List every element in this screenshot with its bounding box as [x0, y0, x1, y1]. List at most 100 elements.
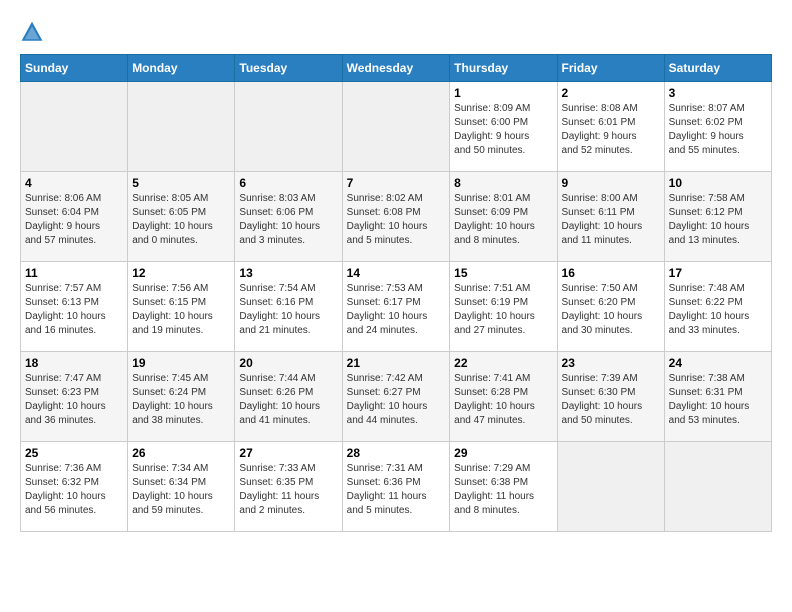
calendar-cell: 27 Sunrise: 7:33 AM Sunset: 6:35 PM Dayli…: [235, 442, 342, 532]
page-header: [20, 20, 772, 44]
day-number: 23: [562, 356, 660, 370]
day-info: Sunrise: 7:29 AM Sunset: 6:38 PM Dayligh…: [454, 462, 552, 518]
day-info: Sunrise: 7:58 AM Sunset: 6:12 PM Dayligh…: [669, 192, 767, 248]
day-info: Sunrise: 7:51 AM Sunset: 6:19 PM Dayligh…: [454, 282, 552, 338]
day-number: 20: [239, 356, 337, 370]
week-row-1: 1Sunrise: 8:09 AM Sunset: 6:00 PM Daylig…: [21, 82, 772, 172]
calendar-cell: 25Sunrise: 7:36 AM Sunset: 6:32 PM Dayli…: [21, 442, 128, 532]
calendar-cell: 22 Sunrise: 7:41 AM Sunset: 6:28 PM Dayli…: [450, 352, 557, 442]
calendar-cell: 16 Sunrise: 7:50 AM Sunset: 6:20 PM Dayli…: [557, 262, 664, 352]
day-number: 10: [669, 176, 767, 190]
calendar-cell: 11Sunrise: 7:57 AM Sunset: 6:13 PM Dayli…: [21, 262, 128, 352]
calendar-cell: [21, 82, 128, 172]
day-number: 3: [669, 86, 767, 100]
calendar-cell: 23 Sunrise: 7:39 AM Sunset: 6:30 PM Dayli…: [557, 352, 664, 442]
calendar-cell: 29 Sunrise: 7:29 AM Sunset: 6:38 PM Dayli…: [450, 442, 557, 532]
day-info: Sunrise: 7:41 AM Sunset: 6:28 PM Dayligh…: [454, 372, 552, 428]
day-number: 7: [347, 176, 446, 190]
calendar-cell: 17 Sunrise: 7:48 AM Sunset: 6:22 PM Dayli…: [664, 262, 771, 352]
day-info: Sunrise: 8:03 AM Sunset: 6:06 PM Dayligh…: [239, 192, 337, 248]
calendar-cell: 6 Sunrise: 8:03 AM Sunset: 6:06 PM Daylig…: [235, 172, 342, 262]
day-info: Sunrise: 8:07 AM Sunset: 6:02 PM Dayligh…: [669, 102, 767, 158]
calendar-cell: 26Sunrise: 7:34 AM Sunset: 6:34 PM Dayli…: [128, 442, 235, 532]
calendar-cell: [557, 442, 664, 532]
day-number: 17: [669, 266, 767, 280]
calendar-cell: 21 Sunrise: 7:42 AM Sunset: 6:27 PM Dayli…: [342, 352, 450, 442]
logo: [20, 20, 48, 44]
calendar-cell: 19Sunrise: 7:45 AM Sunset: 6:24 PM Dayli…: [128, 352, 235, 442]
day-number: 6: [239, 176, 337, 190]
calendar-cell: 10 Sunrise: 7:58 AM Sunset: 6:12 PM Dayli…: [664, 172, 771, 262]
day-info: Sunrise: 7:50 AM Sunset: 6:20 PM Dayligh…: [562, 282, 660, 338]
day-info: Sunrise: 8:06 AM Sunset: 6:04 PM Dayligh…: [25, 192, 123, 248]
day-number: 22: [454, 356, 552, 370]
calendar-cell: 15 Sunrise: 7:51 AM Sunset: 6:19 PM Dayli…: [450, 262, 557, 352]
day-number: 13: [239, 266, 337, 280]
calendar-cell: 9Sunrise: 8:00 AM Sunset: 6:11 PM Daylig…: [557, 172, 664, 262]
day-number: 25: [25, 446, 123, 460]
day-info: Sunrise: 8:02 AM Sunset: 6:08 PM Dayligh…: [347, 192, 446, 248]
calendar-header: SundayMondayTuesdayWednesdayThursdayFrid…: [21, 55, 772, 82]
calendar-cell: 12Sunrise: 7:56 AM Sunset: 6:15 PM Dayli…: [128, 262, 235, 352]
day-number: 16: [562, 266, 660, 280]
day-info: Sunrise: 7:48 AM Sunset: 6:22 PM Dayligh…: [669, 282, 767, 338]
header-monday: Monday: [128, 55, 235, 82]
day-number: 2: [562, 86, 660, 100]
week-row-4: 18Sunrise: 7:47 AM Sunset: 6:23 PM Dayli…: [21, 352, 772, 442]
day-info: Sunrise: 7:38 AM Sunset: 6:31 PM Dayligh…: [669, 372, 767, 428]
calendar-cell: 18Sunrise: 7:47 AM Sunset: 6:23 PM Dayli…: [21, 352, 128, 442]
calendar-cell: 5 Sunrise: 8:05 AM Sunset: 6:05 PM Daylig…: [128, 172, 235, 262]
day-number: 15: [454, 266, 552, 280]
header-tuesday: Tuesday: [235, 55, 342, 82]
calendar-body: 1Sunrise: 8:09 AM Sunset: 6:00 PM Daylig…: [21, 82, 772, 532]
day-info: Sunrise: 7:39 AM Sunset: 6:30 PM Dayligh…: [562, 372, 660, 428]
calendar-cell: 24 Sunrise: 7:38 AM Sunset: 6:31 PM Dayli…: [664, 352, 771, 442]
day-number: 14: [347, 266, 446, 280]
day-number: 28: [347, 446, 446, 460]
calendar-cell: 8 Sunrise: 8:01 AM Sunset: 6:09 PM Daylig…: [450, 172, 557, 262]
day-number: 18: [25, 356, 123, 370]
week-row-5: 25Sunrise: 7:36 AM Sunset: 6:32 PM Dayli…: [21, 442, 772, 532]
day-info: Sunrise: 7:31 AM Sunset: 6:36 PM Dayligh…: [347, 462, 446, 518]
day-info: Sunrise: 7:57 AM Sunset: 6:13 PM Dayligh…: [25, 282, 123, 338]
day-info: Sunrise: 7:53 AM Sunset: 6:17 PM Dayligh…: [347, 282, 446, 338]
day-number: 26: [132, 446, 230, 460]
day-info: Sunrise: 7:54 AM Sunset: 6:16 PM Dayligh…: [239, 282, 337, 338]
calendar-cell: 4 Sunrise: 8:06 AM Sunset: 6:04 PM Daylig…: [21, 172, 128, 262]
day-info: Sunrise: 7:56 AM Sunset: 6:15 PM Dayligh…: [132, 282, 230, 338]
day-number: 1: [454, 86, 552, 100]
calendar-cell: 28 Sunrise: 7:31 AM Sunset: 6:36 PM Dayli…: [342, 442, 450, 532]
day-number: 5: [132, 176, 230, 190]
calendar-cell: 14 Sunrise: 7:53 AM Sunset: 6:17 PM Dayli…: [342, 262, 450, 352]
day-info: Sunrise: 7:33 AM Sunset: 6:35 PM Dayligh…: [239, 462, 337, 518]
week-row-2: 4 Sunrise: 8:06 AM Sunset: 6:04 PM Daylig…: [21, 172, 772, 262]
header-friday: Friday: [557, 55, 664, 82]
header-thursday: Thursday: [450, 55, 557, 82]
day-info: Sunrise: 8:05 AM Sunset: 6:05 PM Dayligh…: [132, 192, 230, 248]
calendar-cell: [235, 82, 342, 172]
day-info: Sunrise: 8:00 AM Sunset: 6:11 PM Dayligh…: [562, 192, 660, 248]
calendar-cell: 1Sunrise: 8:09 AM Sunset: 6:00 PM Daylig…: [450, 82, 557, 172]
day-number: 8: [454, 176, 552, 190]
calendar-cell: 2 Sunrise: 8:08 AM Sunset: 6:01 PM Daylig…: [557, 82, 664, 172]
day-number: 4: [25, 176, 123, 190]
day-number: 27: [239, 446, 337, 460]
day-info: Sunrise: 8:01 AM Sunset: 6:09 PM Dayligh…: [454, 192, 552, 248]
day-info: Sunrise: 8:08 AM Sunset: 6:01 PM Dayligh…: [562, 102, 660, 158]
calendar-table: SundayMondayTuesdayWednesdayThursdayFrid…: [20, 54, 772, 532]
calendar-cell: 3 Sunrise: 8:07 AM Sunset: 6:02 PM Daylig…: [664, 82, 771, 172]
day-number: 19: [132, 356, 230, 370]
header-sunday: Sunday: [21, 55, 128, 82]
calendar-cell: [128, 82, 235, 172]
day-info: Sunrise: 7:42 AM Sunset: 6:27 PM Dayligh…: [347, 372, 446, 428]
week-row-3: 11Sunrise: 7:57 AM Sunset: 6:13 PM Dayli…: [21, 262, 772, 352]
calendar-cell: [664, 442, 771, 532]
header-saturday: Saturday: [664, 55, 771, 82]
day-number: 24: [669, 356, 767, 370]
day-number: 29: [454, 446, 552, 460]
days-of-week-row: SundayMondayTuesdayWednesdayThursdayFrid…: [21, 55, 772, 82]
day-number: 21: [347, 356, 446, 370]
calendar-cell: 7 Sunrise: 8:02 AM Sunset: 6:08 PM Daylig…: [342, 172, 450, 262]
calendar-cell: 20 Sunrise: 7:44 AM Sunset: 6:26 PM Dayli…: [235, 352, 342, 442]
day-info: Sunrise: 7:44 AM Sunset: 6:26 PM Dayligh…: [239, 372, 337, 428]
